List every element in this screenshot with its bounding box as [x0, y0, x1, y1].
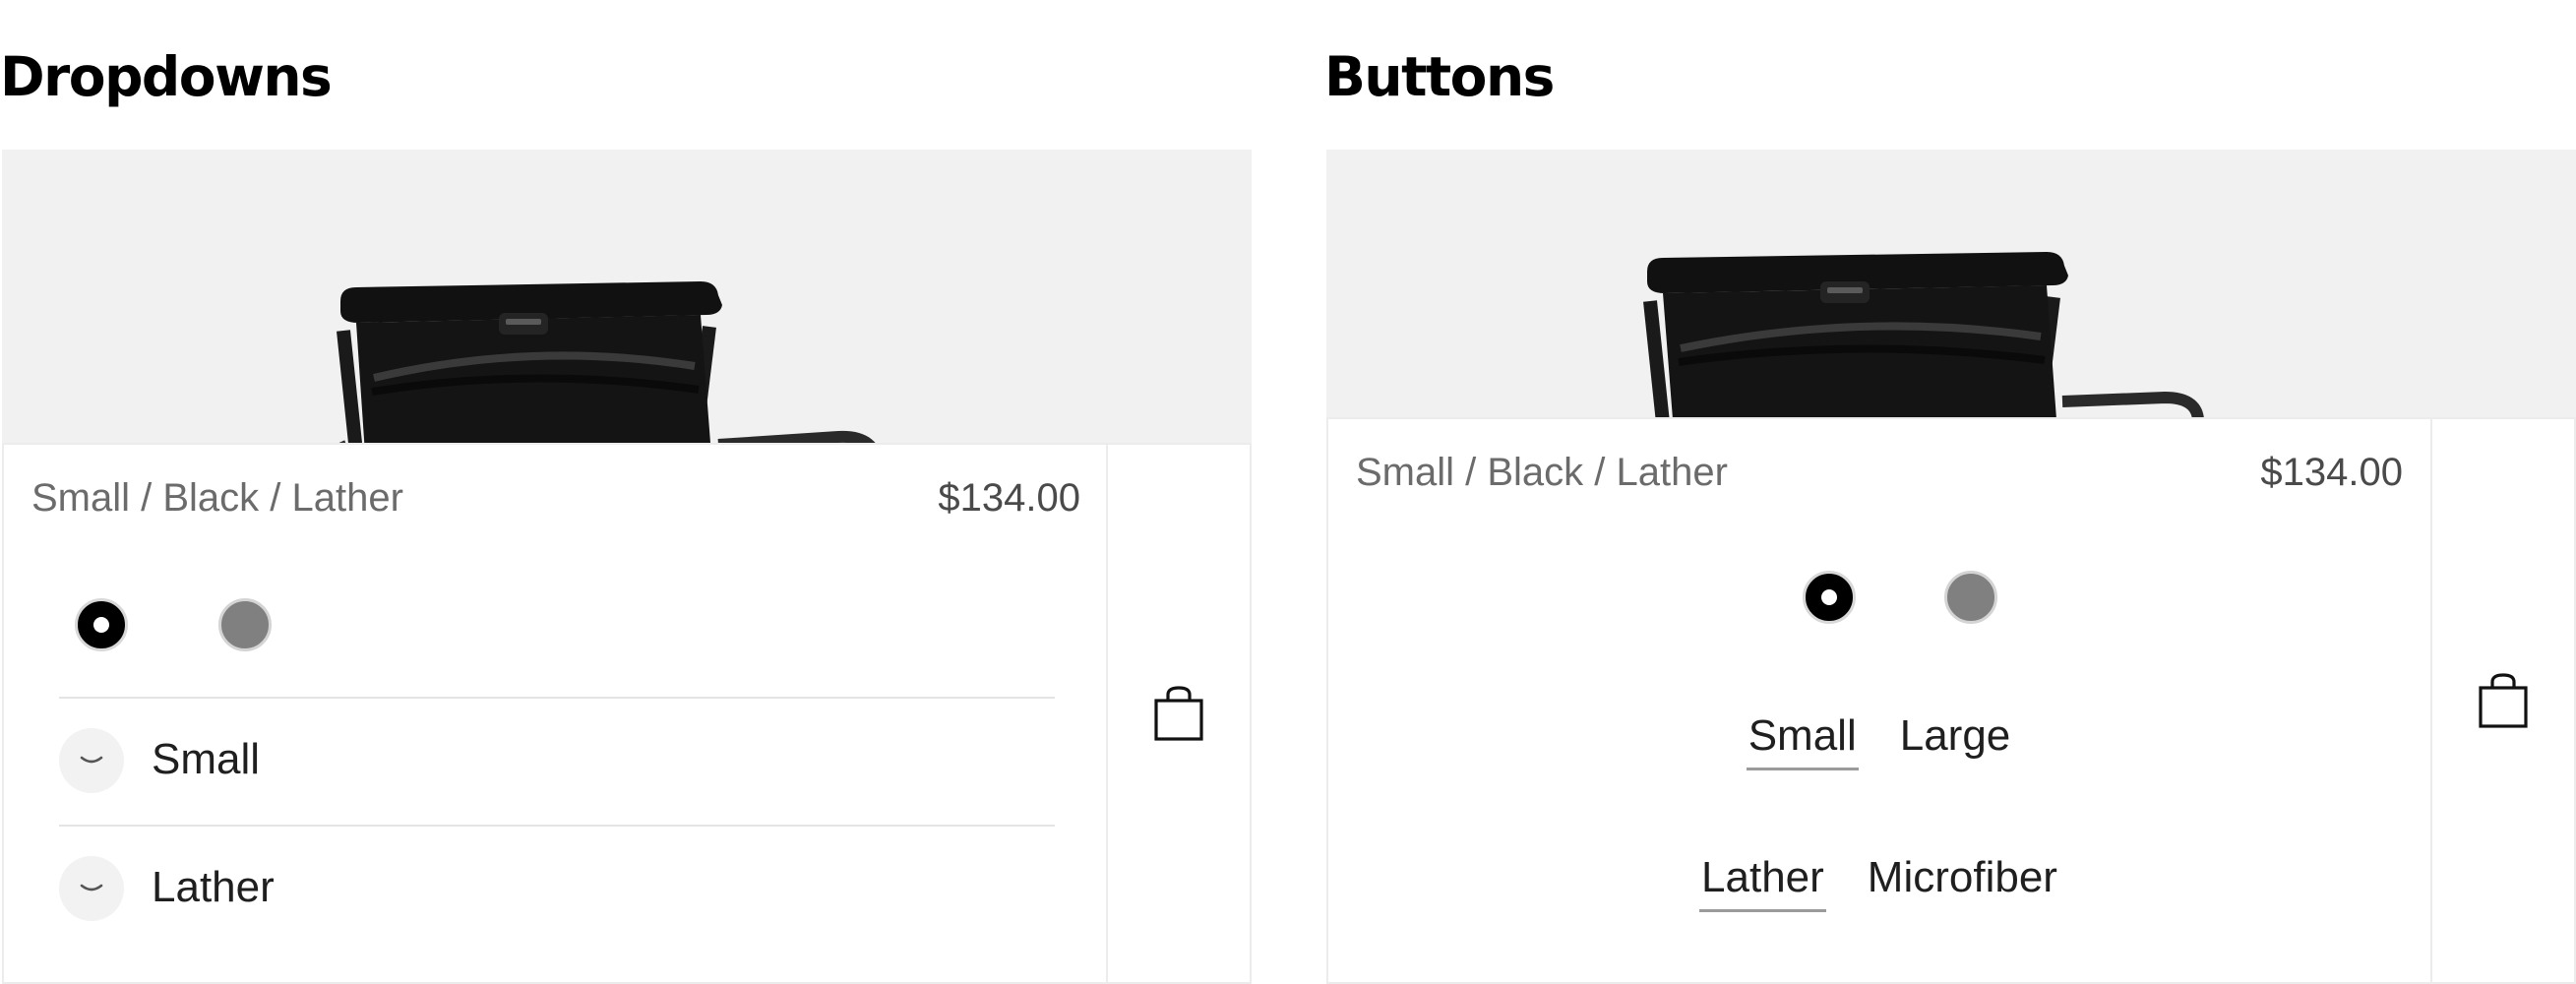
size-options: Small Large	[1328, 710, 2430, 770]
add-to-cart-button[interactable]	[1106, 443, 1252, 984]
size-option-large[interactable]: Large	[1898, 710, 2013, 770]
variant-text: Small / Black / Lather	[31, 476, 403, 520]
material-options: Lather Microfiber	[1328, 852, 2430, 912]
product-card-buttons: Small / Black / Lather $134.00 Small Lar…	[1326, 150, 2576, 984]
product-image[interactable]	[1326, 150, 2576, 417]
dropdown-size[interactable]: Small	[59, 697, 1055, 825]
dropdown-size-value: Small	[152, 735, 261, 783]
material-option-lather[interactable]: Lather	[1699, 852, 1826, 912]
size-option-small[interactable]: Small	[1746, 710, 1859, 770]
chevron-down-icon	[59, 728, 124, 793]
chevron-down-icon	[59, 856, 124, 921]
shopping-bag-icon	[2479, 673, 2528, 728]
product-info-panel: Small / Black / Lather $134.00 Small Lat…	[2, 443, 1108, 984]
swatch-gray[interactable]	[218, 598, 272, 651]
shopping-bag-icon	[1154, 686, 1203, 741]
price: $134.00	[2260, 451, 2403, 494]
material-option-microfiber[interactable]: Microfiber	[1866, 852, 2059, 912]
swatch-gray[interactable]	[1944, 571, 1997, 624]
section-title-buttons: Buttons	[1324, 45, 1555, 108]
price: $134.00	[938, 476, 1080, 520]
product-image[interactable]	[2, 150, 1252, 445]
swatch-black[interactable]	[1803, 571, 1856, 624]
chair-image-icon	[337, 281, 878, 445]
product-card-dropdowns: Small / Black / Lather $134.00 Small Lat…	[2, 150, 1252, 984]
variant-text: Small / Black / Lather	[1356, 451, 1728, 494]
swatch-black[interactable]	[75, 598, 128, 651]
dropdown-material-value: Lather	[152, 863, 275, 911]
product-info-panel: Small / Black / Lather $134.00 Small Lar…	[1326, 417, 2430, 984]
dropdown-material[interactable]: Lather	[59, 825, 1055, 953]
add-to-cart-button[interactable]	[2430, 417, 2576, 984]
section-title-dropdowns: Dropdowns	[0, 45, 333, 108]
chair-image-icon	[1643, 252, 2204, 417]
